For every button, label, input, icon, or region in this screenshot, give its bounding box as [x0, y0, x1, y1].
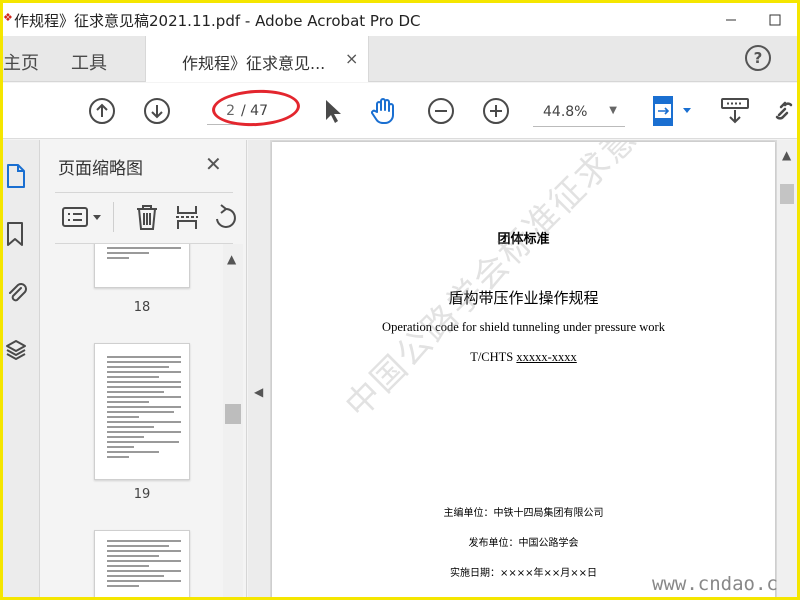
scrollbar-thumb[interactable] [225, 404, 241, 424]
chevron-down-icon: ▼ [609, 105, 617, 116]
rotate-page-button[interactable] [213, 202, 239, 232]
layers-icon [6, 340, 26, 360]
maximize-icon [769, 14, 781, 25]
scrollbar-thumb[interactable] [780, 184, 794, 204]
scroll-up-icon[interactable]: ▲ [227, 252, 236, 266]
bookmark-icon [7, 222, 23, 246]
previous-page-button[interactable] [87, 96, 117, 126]
thumbnails-pane-title: 页面缩略图 [58, 159, 143, 179]
draft-watermark: 中国公路学会标准征求意见稿 [337, 142, 697, 426]
fit-page-button[interactable] [647, 96, 697, 126]
paperclip-icon [9, 283, 27, 302]
hand-tool-button[interactable] [369, 96, 399, 126]
thumbnail-page-number: 18 [133, 300, 151, 315]
document-tab-label: 作规程》征求意见... [182, 54, 326, 73]
page-thumbnail-20[interactable] [94, 530, 190, 597]
tab-home[interactable]: 主页 [3, 49, 39, 75]
options-menu-icon [62, 207, 101, 227]
zoom-value: 44.8% [543, 104, 588, 120]
scroll-up-icon[interactable]: ▲ [782, 148, 791, 162]
pane-divider [55, 192, 233, 193]
maximize-button[interactable] [753, 3, 797, 36]
document-title-cn: 盾构带压作业操作规程 [448, 289, 599, 307]
scrolling-mode-button[interactable] [719, 96, 753, 126]
select-tool-button[interactable] [317, 96, 347, 126]
document-view: 团体标准 盾构带压作业操作规程 Operation code for shiel… [270, 140, 777, 597]
zoom-level-dropdown[interactable]: 44.8% ▼ [533, 97, 625, 127]
fit-page-icon [653, 96, 691, 126]
help-icon[interactable]: ? [745, 45, 771, 71]
bookmarks-button[interactable] [3, 216, 29, 252]
zoom-out-button[interactable] [426, 96, 456, 126]
acrobat-window: ❖ 作规程》征求意见稿2021.11.pdf - Adobe Acrobat P… [3, 3, 797, 597]
page-thumbnail-19[interactable] [94, 343, 190, 480]
delete-page-button[interactable] [133, 202, 161, 232]
thumbnail-page-number: 19 [133, 487, 151, 502]
rotate-icon [216, 204, 236, 228]
acrobat-icon: ❖ [3, 11, 13, 24]
navigation-rail [3, 140, 40, 597]
thumbnails-pane: 页面缩略图 ✕ 18 19 ▲ [41, 140, 247, 597]
tab-tools[interactable]: 工具 [71, 49, 107, 75]
toolbar-divider [113, 202, 114, 232]
pane-splitter[interactable]: ◀ [248, 140, 270, 597]
minimize-button[interactable] [709, 3, 753, 36]
zoom-in-button[interactable] [481, 96, 511, 126]
link-tool-button[interactable] [773, 96, 797, 126]
page-thumbnails-button[interactable] [3, 158, 29, 194]
document-title-en: Operation code for shield tunneling unde… [382, 320, 665, 334]
window-title: 作规程》征求意见稿2021.11.pdf - Adobe Acrobat Pro… [14, 12, 421, 30]
scroll-mode-icon [721, 98, 749, 124]
main-toolbar: 2 / 47 44.8% ▼ [3, 83, 797, 139]
page-thumbnail-icon [7, 164, 25, 188]
zoom-out-icon [428, 98, 454, 124]
collapse-pane-icon[interactable]: ◀ [254, 385, 263, 399]
thumbnail-options-button[interactable] [61, 202, 105, 232]
title-bar: ❖ 作规程》征求意见稿2021.11.pdf - Adobe Acrobat P… [3, 3, 797, 36]
thumbnail-list: 18 19 [41, 244, 223, 597]
pdf-page: 团体标准 盾构带压作业操作规程 Operation code for shiel… [272, 142, 775, 597]
code-prefix: T/CHTS [470, 350, 517, 364]
thumbnail-toolbar [55, 200, 243, 234]
publisher: 发布单位：中国公路学会 [468, 538, 579, 549]
site-watermark: www.cndao.com [652, 573, 777, 595]
insert-page-button[interactable] [173, 202, 201, 232]
attachments-button[interactable] [3, 274, 29, 310]
editor-organization: 主编单位：中铁十四局集团有限公司 [443, 508, 604, 519]
standard-code: T/CHTS xxxxx-xxxx [272, 350, 775, 365]
tab-document[interactable]: 作规程》征求意见... × [145, 36, 369, 82]
code-value: xxxxx-xxxx [516, 350, 577, 364]
hand-icon [371, 98, 394, 125]
link-icon [775, 101, 793, 120]
arrow-up-circle-icon [89, 98, 115, 124]
layers-button[interactable] [3, 332, 29, 368]
tab-bar: 主页 工具 作规程》征求意见... × ? [3, 36, 797, 82]
trash-icon [137, 205, 157, 230]
close-pane-icon[interactable]: ✕ [205, 152, 222, 176]
page-thumbnail-18[interactable] [94, 244, 190, 288]
minimize-icon [726, 19, 736, 20]
thumbnail-scrollbar[interactable]: ▲ [223, 244, 243, 597]
arrow-down-circle-icon [144, 98, 170, 124]
cursor-arrow-icon [326, 100, 341, 123]
document-scrollbar[interactable]: ▲ [777, 140, 797, 597]
close-tab-icon[interactable]: × [345, 49, 358, 68]
zoom-in-icon [483, 98, 509, 124]
next-page-button[interactable] [142, 96, 172, 126]
insert-page-icon [176, 206, 198, 229]
red-annotation-circle [211, 87, 301, 129]
